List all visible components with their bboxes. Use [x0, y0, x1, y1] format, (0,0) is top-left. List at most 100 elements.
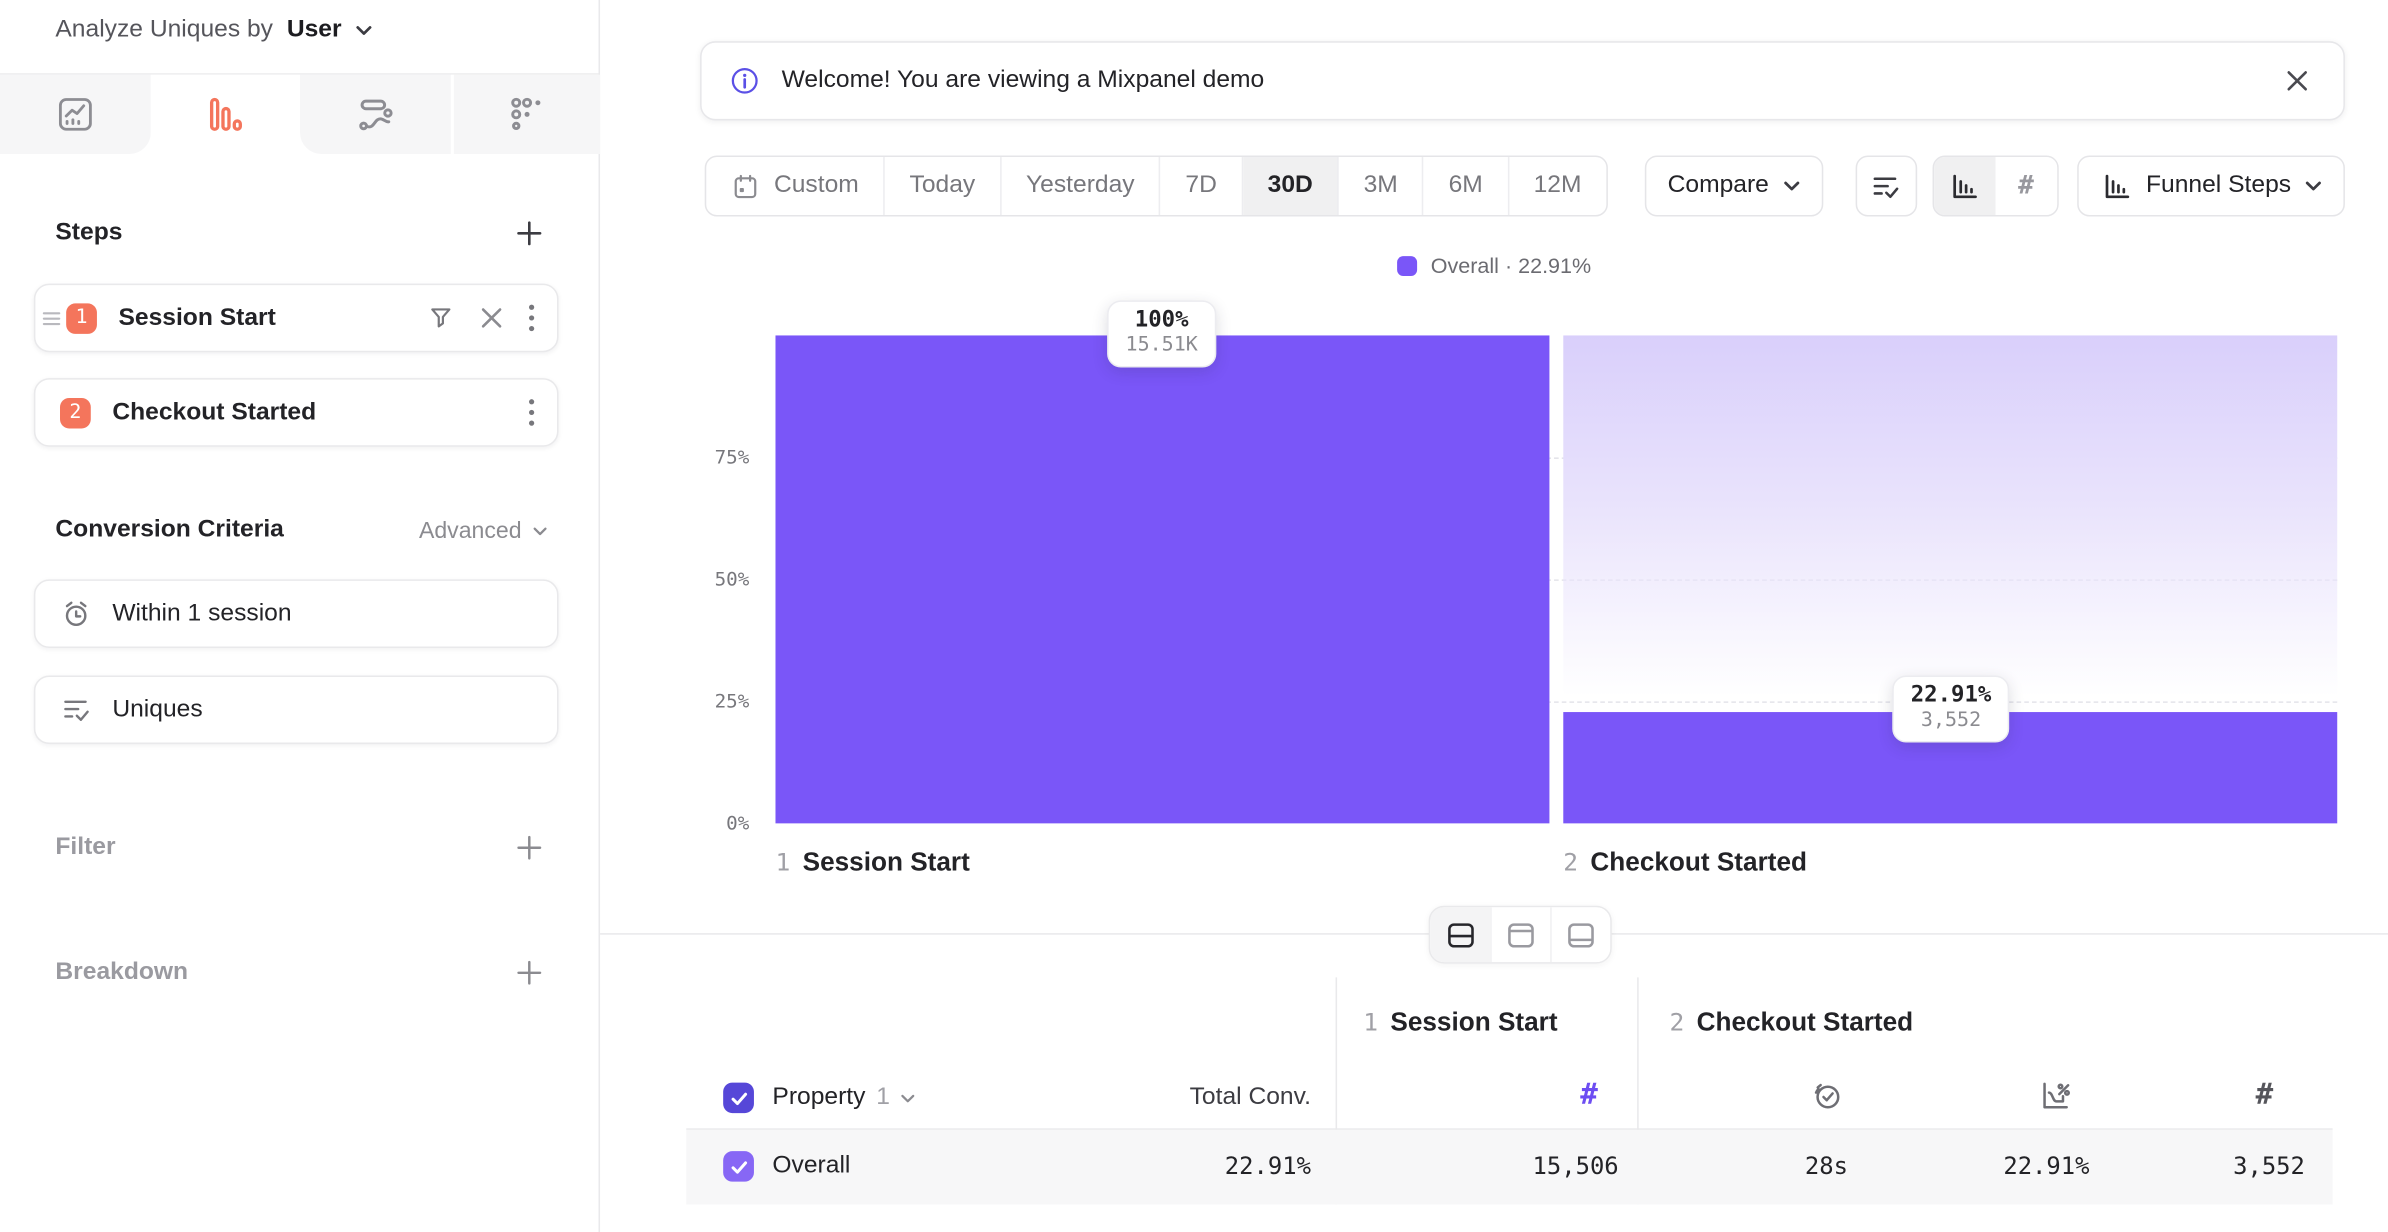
- tab-retention[interactable]: [450, 75, 600, 154]
- filter-step-icon[interactable]: [426, 303, 455, 332]
- group-number: 2: [1669, 1008, 1684, 1037]
- date-label: 6M: [1449, 172, 1483, 199]
- y-axis-tick: 0%: [665, 811, 750, 834]
- steps-title: Steps: [55, 220, 122, 247]
- analyze-by-dropdown[interactable]: User: [287, 17, 342, 44]
- advanced-dropdown[interactable]: Advanced: [419, 518, 548, 544]
- add-filter-button[interactable]: [514, 833, 545, 863]
- filter-label: Filter: [55, 834, 115, 861]
- retention-icon: [507, 95, 547, 135]
- y-axis-tick: 50%: [665, 567, 750, 590]
- counting-toggle-button[interactable]: [1855, 156, 1917, 217]
- number-view-toggle[interactable]: #: [1995, 157, 2057, 215]
- funnel-bar-lost-area: [1563, 335, 2337, 712]
- breakdown-label: Breakdown: [55, 959, 188, 986]
- row-checkbox[interactable]: [723, 1151, 754, 1181]
- x-axis-label-session-start: 1 Session Start: [775, 848, 969, 878]
- group-name: Session Start: [1390, 1008, 1557, 1038]
- funnel-bar-converted[interactable]: [775, 335, 1549, 823]
- remove-step-icon[interactable]: [479, 305, 505, 331]
- metric-format-segment: #: [1932, 156, 2058, 217]
- add-breakdown-button[interactable]: [514, 958, 545, 988]
- conversion-window-label: Within 1 session: [112, 600, 291, 627]
- step-card-checkout-started[interactable]: 2 Checkout Started: [34, 378, 559, 447]
- sidebar-tabs: [0, 75, 600, 154]
- add-step-button[interactable]: [514, 218, 545, 248]
- count-metric-icon[interactable]: #: [2256, 1078, 2274, 1112]
- avg-time-icon[interactable]: [1809, 1078, 1844, 1113]
- property-label: Property: [772, 1084, 865, 1111]
- step-number: 2: [1563, 848, 1578, 877]
- counting-method-card[interactable]: Uniques: [34, 675, 559, 744]
- step-card-session-start[interactable]: 1 Session Start: [34, 284, 559, 353]
- chart-only-toggle[interactable]: [1490, 907, 1550, 962]
- y-axis-tick: 75%: [665, 445, 750, 468]
- date-30d-button[interactable]: 30D: [1243, 157, 1339, 215]
- top-panel-icon: [1506, 920, 1537, 949]
- select-all-checkbox[interactable]: [723, 1083, 754, 1113]
- date-3m-button[interactable]: 3M: [1339, 157, 1424, 215]
- date-label: 30D: [1268, 172, 1313, 199]
- step-label[interactable]: Session Start: [118, 304, 275, 331]
- tooltip-count: 3,552: [1911, 709, 1992, 732]
- date-yesterday-button[interactable]: Yesterday: [1001, 157, 1160, 215]
- date-label: Today: [910, 172, 976, 199]
- table-group-checkout-started: 2 Checkout Started: [1669, 1008, 1913, 1038]
- funnel-steps-view-button[interactable]: Funnel Steps: [2077, 156, 2345, 217]
- tooltip-percent: 22.91%: [1911, 683, 1992, 707]
- step-name: Session Start: [803, 848, 970, 878]
- table-only-toggle[interactable]: [1550, 907, 1610, 962]
- funnel-bar-checkout-started[interactable]: [1563, 335, 2337, 823]
- date-label: 12M: [1534, 172, 1582, 199]
- info-icon: [728, 64, 762, 98]
- analyze-header: Analyze Uniques by User: [55, 17, 372, 44]
- date-12m-button[interactable]: 12M: [1509, 157, 1606, 215]
- banner-close-icon[interactable]: [2285, 69, 2310, 93]
- table-group-session-start: 1 Session Start: [1363, 1008, 1557, 1038]
- view-label: Funnel Steps: [2146, 172, 2291, 199]
- uniques-list-icon: [1870, 170, 1902, 202]
- bar-view-toggle[interactable]: [1934, 157, 1996, 215]
- split-view-toggle[interactable]: [1430, 907, 1490, 962]
- bar-value-tooltip: 22.91% 3,552: [1892, 675, 2010, 742]
- step-label[interactable]: Checkout Started: [112, 399, 316, 426]
- banner-text: Welcome! You are viewing a Mixpanel demo: [782, 67, 1265, 94]
- y-axis-tick: 25%: [665, 689, 750, 712]
- group-name: Checkout Started: [1697, 1008, 1914, 1038]
- insights-icon: [55, 95, 95, 135]
- tab-funnels[interactable]: [150, 75, 300, 154]
- compare-button[interactable]: Compare: [1645, 156, 1823, 217]
- advanced-label: Advanced: [419, 518, 522, 544]
- step-number: 1: [775, 848, 790, 877]
- date-today-button[interactable]: Today: [885, 157, 1001, 215]
- date-7d-button[interactable]: 7D: [1161, 157, 1243, 215]
- date-label: Custom: [774, 172, 859, 199]
- conversion-window-card[interactable]: Within 1 session: [34, 579, 559, 648]
- split-horizontal-icon: [1445, 920, 1476, 949]
- count-metric-icon-selected[interactable]: #: [1580, 1078, 1598, 1112]
- row-step2-count: 3,552: [2151, 1153, 2305, 1180]
- welcome-banner: Welcome! You are viewing a Mixpanel demo: [700, 41, 2345, 120]
- chevron-down-icon[interactable]: [355, 24, 372, 36]
- calendar-icon: [731, 172, 760, 201]
- step-menu-icon[interactable]: [528, 398, 536, 427]
- row-step1-count: 15,506: [1388, 1153, 1619, 1180]
- step-number-badge: 1: [66, 303, 97, 333]
- step-menu-icon[interactable]: [528, 303, 536, 332]
- tab-insights[interactable]: [0, 75, 150, 154]
- conversion-rate-icon[interactable]: [2037, 1078, 2072, 1113]
- tab-flows[interactable]: [300, 75, 450, 154]
- date-custom-button[interactable]: Custom: [706, 157, 885, 215]
- hash-icon: #: [2018, 171, 2034, 201]
- date-range-group: Custom Today Yesterday 7D 30D 3M 6M 12M: [705, 156, 1608, 217]
- conversion-criteria-title: Conversion Criteria: [55, 517, 283, 544]
- x-axis-label-checkout-started: 2 Checkout Started: [1563, 848, 1807, 878]
- property-dropdown[interactable]: Property 1: [772, 1084, 916, 1111]
- total-conv-header[interactable]: Total Conv.: [1062, 1084, 1311, 1111]
- step-name: Checkout Started: [1590, 848, 1807, 878]
- chart-legend[interactable]: Overall · 22.91%: [600, 253, 2388, 277]
- date-6m-button[interactable]: 6M: [1424, 157, 1509, 215]
- analyze-label: Analyze Uniques by: [55, 17, 273, 44]
- drag-handle-icon[interactable]: [42, 309, 64, 327]
- funnel-bar-session-start[interactable]: [775, 335, 1549, 823]
